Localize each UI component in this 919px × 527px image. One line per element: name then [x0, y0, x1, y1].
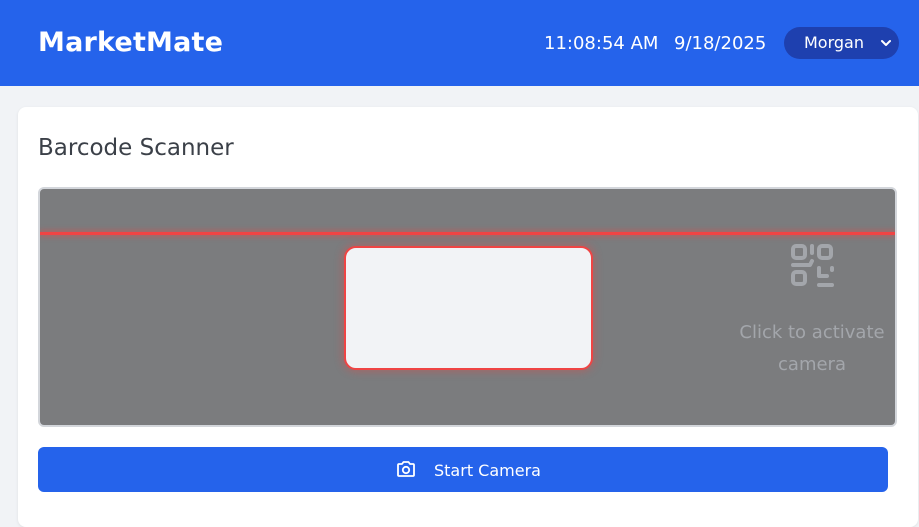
scan-target-frame	[344, 246, 593, 370]
qr-code-icon	[791, 244, 834, 287]
current-time: 11:08:54 AM	[544, 33, 659, 54]
user-dropdown[interactable]: Morgan	[784, 27, 899, 59]
scan-line	[40, 232, 895, 235]
current-date: 9/18/2025	[674, 33, 767, 54]
chevron-down-icon	[881, 40, 891, 46]
user-dropdown-value: Morgan	[804, 33, 864, 52]
page-title: Barcode Scanner	[38, 135, 234, 161]
activate-camera-hint: Click to activate camera	[739, 322, 885, 375]
app-logo-text: MarketMate	[38, 27, 224, 58]
start-camera-button[interactable]: Start Camera	[38, 447, 888, 492]
start-camera-label: Start Camera	[434, 461, 541, 480]
top-bar: MarketMate 11:08:54 AM 9/18/2025 Morgan	[0, 0, 919, 86]
camera-viewport[interactable]: Click to activate camera	[38, 187, 897, 427]
camera-icon	[397, 461, 415, 477]
